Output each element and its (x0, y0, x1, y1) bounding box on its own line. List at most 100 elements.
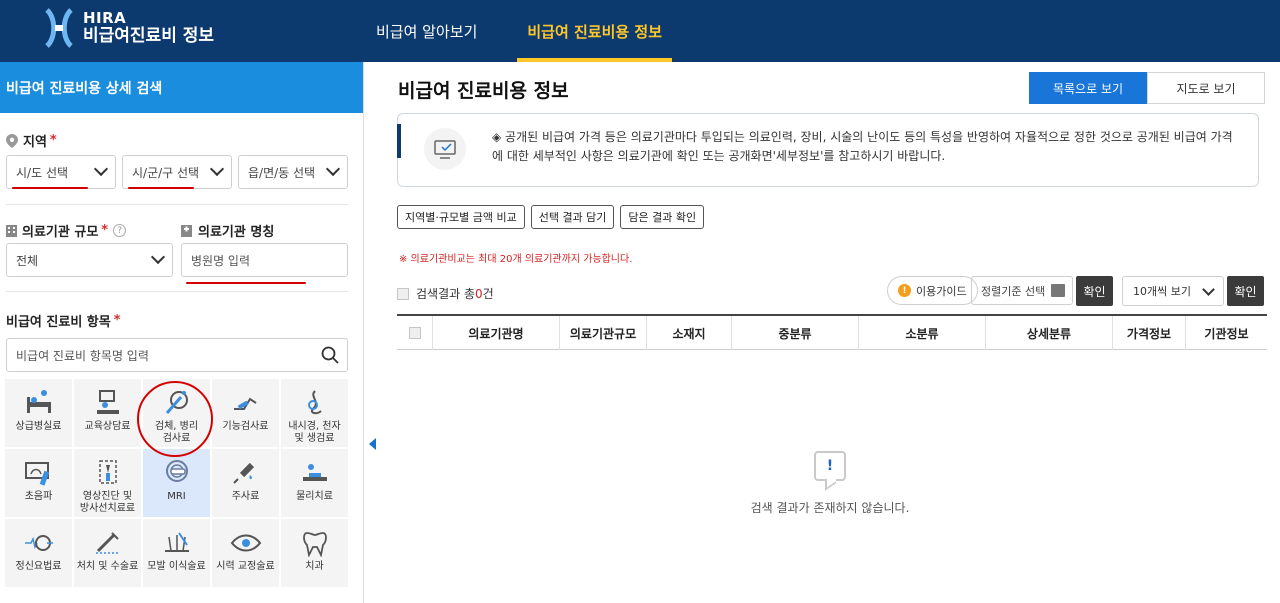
column-header[interactable]: 소분류 (859, 316, 986, 350)
map-view-button[interactable]: 지도로 보기 (1147, 72, 1265, 104)
annotation-underline (128, 187, 194, 189)
select-all-checkbox[interactable] (397, 287, 409, 300)
scale-select[interactable]: 전체 (6, 243, 173, 277)
eye-icon (230, 534, 261, 552)
surgery-icon (95, 532, 119, 554)
hospital-bed-icon (26, 390, 51, 413)
search-panel-title: 비급여 진료비용 상세 검색 (0, 62, 363, 113)
column-header[interactable]: 의료기관명 (433, 316, 560, 350)
category-counseling[interactable]: 교육상담료 (74, 379, 141, 447)
monitor-icon (424, 128, 466, 170)
category-vision-correction[interactable]: 시력 교정술료 (212, 519, 279, 587)
physical-therapy-icon (302, 464, 327, 481)
panel-collapse-toggle[interactable] (364, 424, 380, 464)
column-header[interactable]: 의료기관규모 (560, 316, 647, 350)
hair-transplant-icon (164, 532, 189, 552)
radiology-icon (98, 460, 117, 484)
help-icon[interactable]: ? (113, 224, 127, 237)
tooth-icon (302, 532, 327, 557)
sort-confirm-button[interactable]: 확인 (1076, 276, 1113, 306)
name-label: 의료기관 명칭 (181, 221, 274, 240)
header-checkbox[interactable] (408, 327, 421, 339)
item-label: 비급여 진료비 항목 * (6, 313, 121, 330)
function-test-icon (233, 397, 257, 410)
building-icon (6, 224, 17, 237)
category-injection[interactable]: 주사료 (212, 449, 279, 517)
chevron-down-icon (325, 161, 341, 177)
ultrasound-icon (24, 462, 49, 486)
list-view-button[interactable]: 목록으로 보기 (1029, 72, 1147, 104)
info-icon: ! (898, 284, 911, 297)
alert-bubble-icon: ! (814, 451, 846, 481)
chevron-down-icon (150, 249, 166, 265)
notice-box: ◈ 공개된 비급여 가격 등은 의료기관마다 투입되는 의료인력, 장비, 시술… (397, 113, 1259, 187)
annotation-underline (12, 187, 88, 189)
view-toggle: 목록으로 보기 지도로 보기 (1029, 72, 1265, 104)
category-dental[interactable]: 치과 (281, 519, 348, 587)
sido-select[interactable]: 시/도 선택 (6, 155, 116, 189)
category-function-test[interactable]: 기능검사료 (212, 379, 279, 447)
divider (6, 291, 348, 292)
category-radiology[interactable]: 영상진단 및 방사선치료료 (74, 449, 141, 517)
saved-results-button[interactable]: 담은 결과 확인 (620, 205, 705, 229)
compare-button[interactable]: 지역별·규모별 금액 비교 (397, 205, 525, 229)
annotation-circle (137, 381, 213, 457)
brain-icon (24, 535, 53, 551)
category-surgery[interactable]: 처치 및 수술료 (74, 519, 141, 587)
header-checkbox-cell (397, 316, 433, 350)
divider (6, 204, 348, 205)
hira-logo-icon (44, 8, 74, 48)
action-buttons: 지역별·규모별 금액 비교 선택 결과 담기 담은 결과 확인 (397, 205, 705, 229)
column-header[interactable]: 상세분류 (986, 316, 1113, 350)
category-hair-transplant[interactable]: 모발 이식술료 (143, 519, 210, 587)
sort-select[interactable]: 정렬기준 선택 (971, 276, 1073, 305)
column-header[interactable]: 가격정보 (1113, 316, 1186, 350)
empty-message: 검색 결과가 존재하지 않습니다. (750, 501, 910, 515)
category-mri[interactable]: MRI (143, 449, 210, 517)
column-header[interactable]: 기관정보 (1186, 316, 1267, 350)
endoscope-icon (307, 390, 322, 415)
location-pin-icon (6, 133, 18, 148)
search-icon[interactable] (321, 346, 339, 364)
category-psychotherapy[interactable]: 정신요법료 (5, 519, 72, 587)
logo-line2: 비급여진료비 정보 (83, 26, 215, 46)
category-room-fee[interactable]: 상급병실료 (5, 379, 72, 447)
sigungu-select[interactable]: 시/군/구 선택 (122, 155, 232, 189)
scale-label: 의료기관 규모 * ? (6, 221, 127, 240)
building-icon (181, 224, 192, 237)
results-table-header: 의료기관명 의료기관규모 소재지 중분류 소분류 상세분류 가격정보 기관정보 (397, 314, 1267, 350)
chevron-down-icon (209, 161, 225, 177)
list-icon (1051, 284, 1065, 297)
page-size-confirm-button[interactable]: 확인 (1227, 276, 1264, 306)
nav-item-about[interactable]: 비급여 알아보기 (358, 0, 495, 62)
hospital-name-input[interactable]: 병원명 입력 (181, 243, 348, 277)
region-label: 지역 * (6, 131, 57, 150)
chevron-down-icon (1202, 283, 1215, 296)
column-header[interactable]: 중분류 (732, 316, 859, 350)
column-header[interactable]: 소재지 (647, 316, 732, 350)
hira-logo[interactable]: HIRA 비급여진료비 정보 (44, 8, 214, 48)
nav-item-cost-info[interactable]: 비급여 진료비용 정보 (509, 0, 680, 62)
chevron-down-icon (93, 161, 109, 177)
select-save-button[interactable]: 선택 결과 담기 (530, 205, 615, 229)
compare-limit-warning: ※ 의료기관비교는 최대 20개 의료기관까지 가능합니다. (399, 254, 633, 265)
counseling-icon (96, 390, 119, 414)
empty-state: ! 검색 결과가 존재하지 않습니다. (725, 451, 935, 516)
usage-guide-button[interactable]: ! 이용가이드 (887, 276, 978, 305)
annotation-underline (186, 282, 306, 284)
category-endoscope[interactable]: 내시경, 천자 및 생검료 (281, 379, 348, 447)
item-search-input[interactable]: 비급여 진료비 항목명 입력 (6, 338, 348, 372)
mri-icon (165, 460, 188, 482)
page-size-select[interactable]: 10개씩 보기 (1122, 276, 1224, 306)
main-nav: 비급여 알아보기 비급여 진료비용 정보 (358, 0, 694, 62)
eupmyeon-select[interactable]: 읍/면/동 선택 (238, 155, 348, 189)
notice-text: ◈ 공개된 비급여 가격 등은 의료기관마다 투입되는 의료인력, 장비, 시술… (492, 130, 1233, 164)
chevron-left-icon (368, 438, 376, 450)
page-title: 비급여 진료비용 정보 (398, 80, 569, 102)
category-physical-therapy[interactable]: 물리치료 (281, 449, 348, 517)
logo-line1: HIRA (83, 9, 127, 27)
notice-accent-bar (397, 124, 401, 158)
syringe-icon (232, 462, 254, 484)
result-count: 검색결과 총0건 (397, 285, 494, 302)
category-ultrasound[interactable]: 초음파 (5, 449, 72, 517)
